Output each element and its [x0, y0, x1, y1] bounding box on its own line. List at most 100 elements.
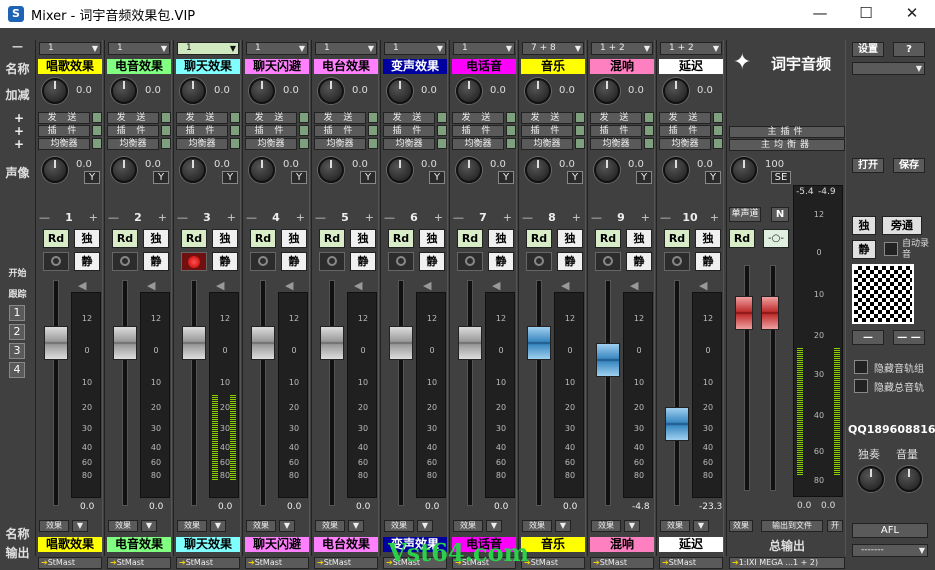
fx-arrow-icon[interactable]: ▼ [555, 520, 571, 532]
gain-knob[interactable] [456, 78, 482, 104]
pan-knob[interactable] [525, 157, 551, 183]
fx-arrow-icon[interactable]: ▼ [348, 520, 364, 532]
eq-button[interactable]: 均衡器 [38, 138, 90, 150]
eq-indicator[interactable] [644, 138, 654, 149]
speaker-icon[interactable]: ◀ [216, 279, 224, 292]
output-select[interactable]: ➔StMast [176, 557, 240, 569]
gain-knob[interactable] [318, 78, 344, 104]
send-button[interactable]: 发 送 [38, 112, 90, 124]
pan-knob[interactable] [42, 157, 68, 183]
eq-button[interactable]: 均衡器 [107, 138, 159, 150]
pan-knob[interactable] [387, 157, 413, 183]
hide-tracks-checkbox[interactable] [854, 360, 868, 374]
global-mute-button[interactable]: 静 [852, 240, 876, 259]
insert-button[interactable]: 插 件 [383, 125, 435, 137]
solo-button[interactable]: 独 [488, 229, 514, 248]
link-icon[interactable]: -○- [763, 229, 789, 248]
page-button[interactable]: 4 [9, 362, 25, 378]
rd-button[interactable]: Rd [664, 229, 690, 248]
volume-fader[interactable] [596, 343, 620, 378]
send-button[interactable]: 发 送 [245, 112, 297, 124]
rd-button[interactable]: Rd [43, 229, 69, 248]
volume-fader[interactable] [527, 326, 551, 360]
solo-button[interactable]: 独 [419, 229, 445, 248]
channel-name[interactable]: 延迟 [659, 59, 723, 74]
send-button[interactable]: 发 送 [107, 112, 159, 124]
solo-button[interactable]: 独 [695, 229, 721, 248]
bypass-button[interactable]: 旁通 [882, 216, 922, 235]
eq-button[interactable]: 均衡器 [314, 138, 366, 150]
record-button[interactable] [319, 252, 345, 271]
master-eq-button[interactable]: 主均衡器 [729, 139, 845, 151]
gain-knob[interactable] [111, 78, 137, 104]
speaker-icon[interactable]: ◀ [492, 279, 500, 292]
gain-knob[interactable] [249, 78, 275, 104]
rd-button[interactable]: Rd [250, 229, 276, 248]
insert-indicator[interactable] [230, 125, 240, 136]
speaker-icon[interactable]: ◀ [630, 279, 638, 292]
eq-button[interactable]: 均衡器 [245, 138, 297, 150]
fx-arrow-icon[interactable]: ▼ [693, 520, 709, 532]
send-indicator[interactable] [713, 112, 723, 123]
channel-name[interactable]: 混响 [590, 59, 654, 74]
solo-volume-knob[interactable] [858, 466, 884, 492]
speaker-icon[interactable]: ◀ [78, 279, 86, 292]
record-button[interactable] [388, 252, 414, 271]
preset-select[interactable] [852, 62, 925, 75]
speaker-icon[interactable]: ◀ [699, 279, 707, 292]
master-insert-button[interactable]: 主插件 [729, 126, 845, 138]
send-indicator[interactable] [368, 112, 378, 123]
gain-knob[interactable] [180, 78, 206, 104]
y-button[interactable]: Y [429, 171, 445, 184]
y-button[interactable]: Y [222, 171, 238, 184]
rd-button[interactable]: Rd [457, 229, 483, 248]
pan-knob[interactable] [180, 157, 206, 183]
mute-button[interactable]: 静 [74, 252, 100, 271]
plus-icon[interactable]: + [503, 211, 512, 224]
expand-insert-icon[interactable]: + [14, 125, 24, 137]
fx-arrow-icon[interactable]: ▼ [141, 520, 157, 532]
fx-button[interactable]: 效果 [660, 520, 690, 532]
input-select[interactable]: 1 + 2 [660, 42, 722, 55]
volume-fader[interactable] [389, 326, 413, 360]
volume-fader[interactable] [44, 326, 68, 360]
plus-icon[interactable]: + [365, 211, 374, 224]
insert-button[interactable]: 插 件 [659, 125, 711, 137]
plus-icon[interactable]: + [641, 211, 650, 224]
record-button[interactable] [664, 252, 690, 271]
pan-knob[interactable] [663, 157, 689, 183]
solo-button[interactable]: 独 [350, 229, 376, 248]
page-button[interactable]: 2 [9, 324, 25, 340]
channel-name[interactable]: 变声效果 [383, 59, 447, 74]
channel-name[interactable]: 电音效果 [107, 59, 171, 74]
help-button[interactable]: ? [893, 42, 925, 57]
plus-icon[interactable]: + [710, 211, 719, 224]
send-button[interactable]: 发 送 [452, 112, 504, 124]
gain-knob[interactable] [42, 78, 68, 104]
pan-knob[interactable] [318, 157, 344, 183]
fx-arrow-icon[interactable]: ▼ [417, 520, 433, 532]
solo-button[interactable]: 独 [557, 229, 583, 248]
input-select[interactable]: 1 [39, 42, 101, 55]
eq-indicator[interactable] [575, 138, 585, 149]
channel-name[interactable]: 音乐 [521, 59, 585, 74]
plus-icon[interactable]: + [296, 211, 305, 224]
maximize-button[interactable]: ☐ [843, 0, 889, 28]
dash-button[interactable]: — — [893, 330, 925, 345]
master-pan-knob[interactable] [731, 157, 757, 183]
n-button[interactable]: N [771, 207, 789, 222]
plus-icon[interactable]: + [89, 211, 98, 224]
eq-button[interactable]: 均衡器 [659, 138, 711, 150]
gain-knob[interactable] [663, 78, 689, 104]
channel-name[interactable]: 聊天效果 [176, 59, 240, 74]
minimize-button[interactable]: — [797, 0, 843, 28]
eq-button[interactable]: 均衡器 [521, 138, 573, 150]
eq-indicator[interactable] [713, 138, 723, 149]
rd-button[interactable]: Rd [319, 229, 345, 248]
y-button[interactable]: Y [636, 171, 652, 184]
send-indicator[interactable] [230, 112, 240, 123]
record-button[interactable] [181, 252, 207, 271]
eq-indicator[interactable] [506, 138, 516, 149]
send-indicator[interactable] [161, 112, 171, 123]
volume-fader[interactable] [251, 326, 275, 360]
